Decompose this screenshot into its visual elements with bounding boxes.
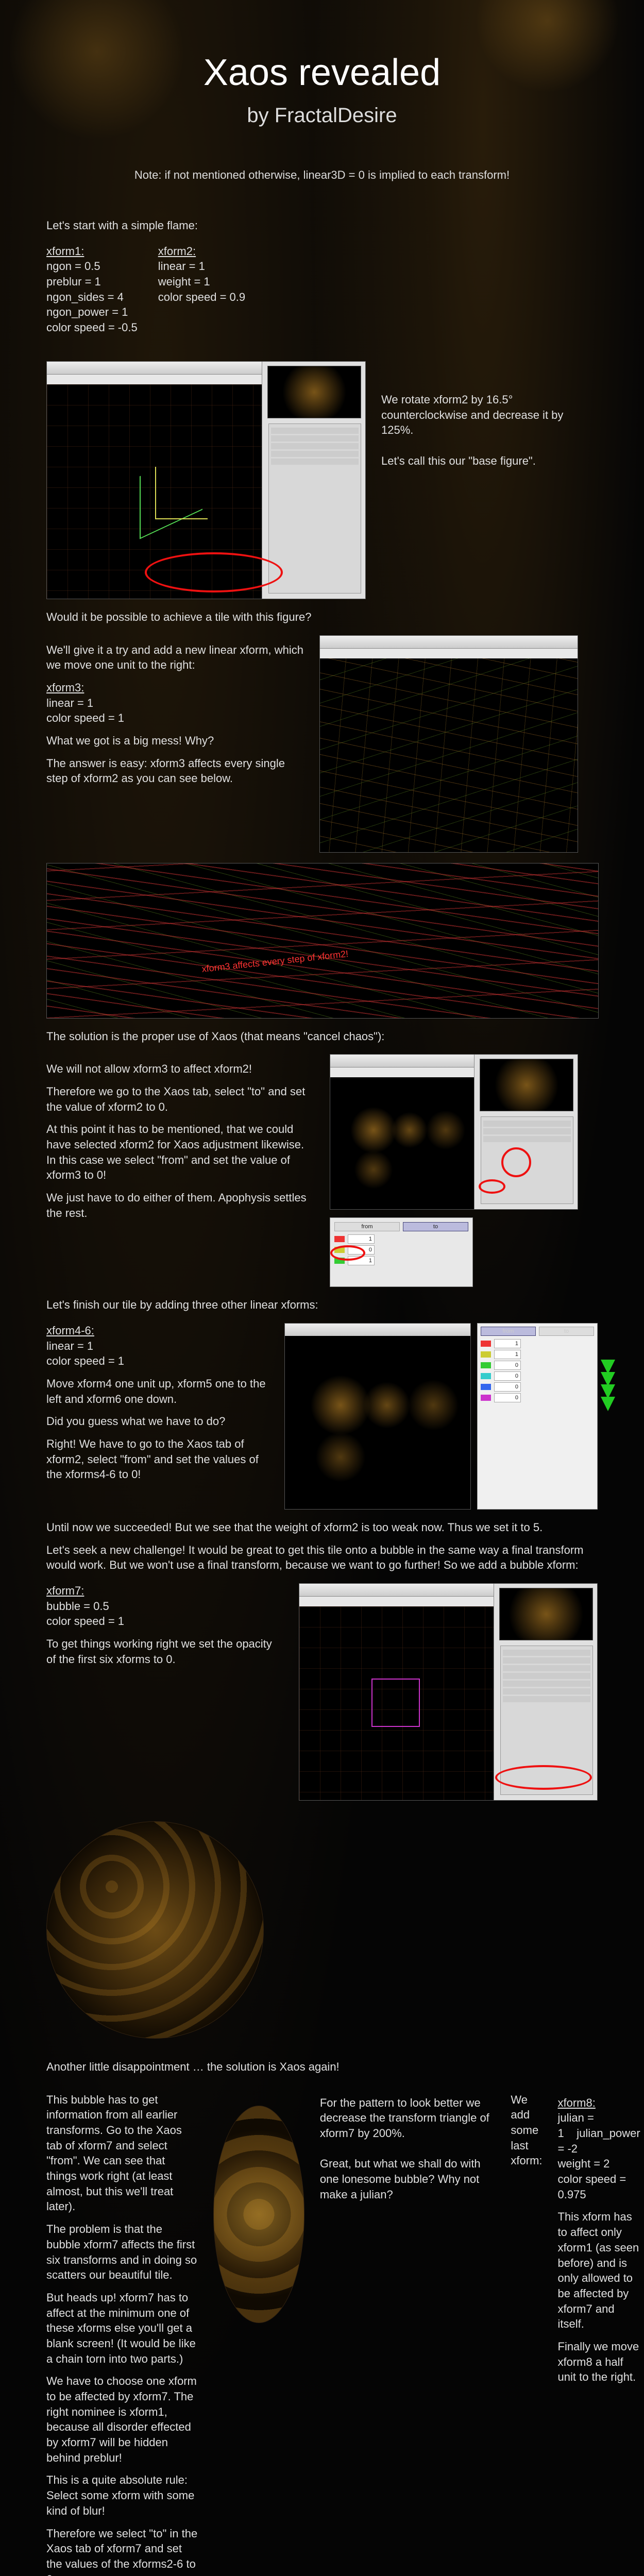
sec5-p1: To get things working right we set the o… xyxy=(46,1636,283,1667)
sec3-p3: At this point it has to be mentioned, th… xyxy=(46,1122,314,1183)
xform3-params: xform3: linear = 1 color speed = 1 xyxy=(46,680,304,726)
screenshot-xaos-solution xyxy=(330,1054,578,1210)
screenshot-basefig-editor xyxy=(46,361,366,599)
sec6-p5: This is a quite absolute rule: Select so… xyxy=(46,2472,198,2518)
xaos-panel-from: fromto 1 1 0 0 0 0 xyxy=(477,1323,598,1510)
screenshot-bubble-editor xyxy=(299,1583,598,1801)
global-note: Note: if not mentioned otherwise, linear… xyxy=(46,168,598,182)
sec6-p1: This bubble has to get information from … xyxy=(46,2092,198,2215)
screenshot-mess xyxy=(319,635,578,853)
sec5-head: Let's seek a new challenge! It would be … xyxy=(46,1543,598,1573)
sec3-p4: We just have to do either of them. Apoph… xyxy=(46,1190,314,1221)
sec2-p1: We'll give it a try and add a new linear… xyxy=(46,642,304,673)
xform46-params: xform4-6: linear = 1 color speed = 1 xyxy=(46,1323,269,1369)
xform1-params: xform1: ngon = 0.5 preblur = 1 ngon_side… xyxy=(46,244,138,335)
render-clean-bubble xyxy=(213,2106,304,2323)
sec6-head: Another little disappointment … the solu… xyxy=(46,2059,598,2075)
sec3-p2: Therefore we go to the Xaos tab, select … xyxy=(46,1084,314,1114)
xaos-panel-to: fromto 1 0 1 xyxy=(330,1217,473,1287)
sec8-head: We add some last xform: xyxy=(511,2092,542,2168)
page-title: Xaos revealed xyxy=(46,52,598,94)
sec3-p1: We will not allow xform3 to affect xform… xyxy=(46,1061,314,1077)
sec4-p2: Did you guess what we have to do? xyxy=(46,1414,269,1429)
sec2-p3: The answer is easy: xform3 affects every… xyxy=(46,756,304,786)
sec6-p6: Therefore we select "to" in the Xaos tab… xyxy=(46,2526,198,2576)
xform7-params: xform7: bubble = 0.5 color speed = 1 xyxy=(46,1583,283,1629)
page-subtitle: by FractalDesire xyxy=(46,104,598,127)
sec7-text: For the pattern to look better we decrea… xyxy=(320,2095,496,2202)
sec8-p2: Finally we move xform8 a half unit to th… xyxy=(558,2339,640,2385)
tile-question: Would it be possible to achieve a tile w… xyxy=(46,609,598,625)
basefig-caption: We rotate xform2 by 16.5° counterclockwi… xyxy=(381,361,598,468)
sec6-p4: We have to choose one xform to be affect… xyxy=(46,2374,198,2465)
sec8-p1: This xform has to affect only xform1 (as… xyxy=(558,2209,640,2332)
render-scattered-bubble xyxy=(46,1821,264,2039)
screenshot-tile-complete xyxy=(284,1323,471,1510)
sec6-p3: But heads up! xform7 has to affect at th… xyxy=(46,2290,198,2366)
sec3-head: The solution is the proper use of Xaos (… xyxy=(46,1029,598,1044)
sec2-p2: What we got is a big mess! Why? xyxy=(46,733,304,749)
screenshot-diagram-affect: xform3 affects every step of xform2! xyxy=(46,863,599,1019)
sec4-p4: Until now we succeeded! But we see that … xyxy=(46,1520,598,1535)
sec6-p2: The problem is that the bubble xform7 af… xyxy=(46,2222,198,2283)
sec4-p1: Move xform4 one unit up, xform5 one to t… xyxy=(46,1376,269,1406)
xform2-params: xform2: linear = 1 weight = 1 color spee… xyxy=(158,244,245,305)
sec4-p3: Right! We have to go to the Xaos tab of … xyxy=(46,1436,269,1482)
xform8-params: xform8: julian = 1 julian_power = -2 wei… xyxy=(558,2095,640,2202)
intro-text: Let's start with a simple flame: xyxy=(46,218,598,233)
sec4-head: Let's finish our tile by adding three ot… xyxy=(46,1297,598,1313)
